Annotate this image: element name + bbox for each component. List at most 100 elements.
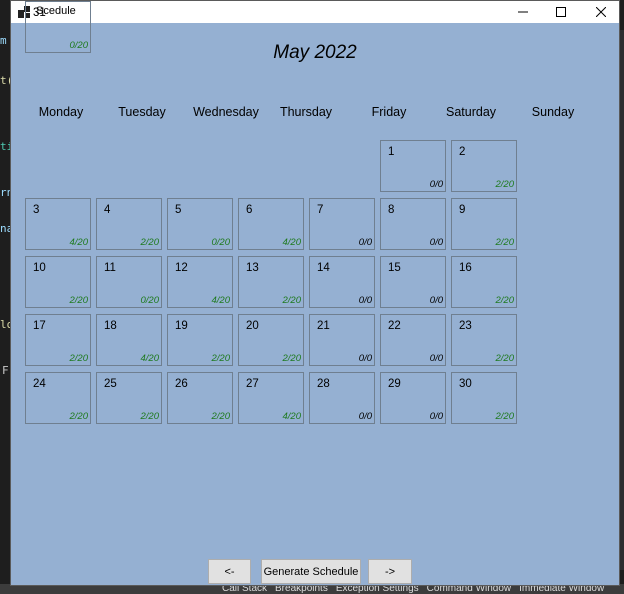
- day-number: 21: [317, 320, 330, 332]
- booking-count: 0/0: [429, 237, 443, 248]
- ide-code-fragment: m: [0, 34, 7, 47]
- day-cell[interactable]: 28 0/0: [309, 372, 375, 424]
- day-cell[interactable]: 16 2/20: [451, 256, 517, 308]
- day-number: 17: [33, 320, 46, 332]
- booking-count: 2/20: [282, 295, 302, 306]
- booking-count: 2/20: [495, 237, 515, 248]
- day-number: 4: [104, 204, 111, 216]
- day-cell[interactable]: 22 0/0: [380, 314, 446, 366]
- day-cell[interactable]: 27 4/20: [238, 372, 304, 424]
- day-cell[interactable]: 13 2/20: [238, 256, 304, 308]
- day-cell[interactable]: 3 4/20: [25, 198, 91, 250]
- booking-count: 0/20: [140, 295, 160, 306]
- day-number: 14: [317, 262, 330, 274]
- day-cell[interactable]: 25 2/20: [96, 372, 162, 424]
- booking-count: 2/20: [140, 411, 160, 422]
- day-cell[interactable]: 5 0/20: [167, 198, 233, 250]
- day-number: 1: [388, 146, 395, 158]
- title-bar[interactable]: Scedule: [11, 1, 619, 23]
- booking-count: 0/0: [429, 179, 443, 190]
- day-number: 28: [317, 378, 330, 390]
- next-month-button[interactable]: ->: [368, 559, 412, 584]
- day-cell[interactable]: 30 2/20: [451, 372, 517, 424]
- day-number: 6: [246, 204, 253, 216]
- day-cell[interactable]: 7 0/0: [309, 198, 375, 250]
- previous-month-button[interactable]: <-: [208, 559, 251, 584]
- day-number: 15: [388, 262, 401, 274]
- booking-count: 0/0: [429, 295, 443, 306]
- day-number: 18: [104, 320, 117, 332]
- day-number: 12: [175, 262, 188, 274]
- day-cell[interactable]: 4 2/20: [96, 198, 162, 250]
- minimize-icon[interactable]: [503, 1, 543, 23]
- booking-count: 2/20: [69, 353, 89, 364]
- day-number: 7: [317, 204, 324, 216]
- day-number: 22: [388, 320, 401, 332]
- day-number: 10: [33, 262, 46, 274]
- day-cell[interactable]: 12 4/20: [167, 256, 233, 308]
- day-cell[interactable]: 17 2/20: [25, 314, 91, 366]
- booking-count: 2/20: [69, 411, 89, 422]
- booking-count: 4/20: [211, 295, 231, 306]
- close-icon[interactable]: [581, 1, 621, 23]
- day-cell[interactable]: 8 0/0: [380, 198, 446, 250]
- day-cell[interactable]: 20 2/20: [238, 314, 304, 366]
- booking-count: 2/20: [69, 295, 89, 306]
- booking-count: 0/0: [429, 353, 443, 364]
- day-number: 29: [388, 378, 401, 390]
- day-cell[interactable]: 19 2/20: [167, 314, 233, 366]
- booking-count: 4/20: [282, 411, 302, 422]
- scedule-window: Scedule May 2022 Monday Tuesday Wednesday T…: [10, 0, 620, 586]
- month-title: May 2022: [273, 42, 357, 63]
- booking-count: 2/20: [211, 353, 231, 364]
- day-cell[interactable]: 14 0/0: [309, 256, 375, 308]
- day-cell[interactable]: 29 0/0: [380, 372, 446, 424]
- day-cell[interactable]: 9 2/20: [451, 198, 517, 250]
- weekday-label: Tuesday: [118, 105, 166, 119]
- day-cell[interactable]: 26 2/20: [167, 372, 233, 424]
- day-cell[interactable]: 2 2/20: [451, 140, 517, 192]
- weekday-label: Wednesday: [193, 105, 259, 119]
- maximize-icon[interactable]: [541, 1, 581, 23]
- day-number: 30: [459, 378, 472, 390]
- booking-count: 2/20: [495, 179, 515, 190]
- day-number: 26: [175, 378, 188, 390]
- day-cell[interactable]: 15 0/0: [380, 256, 446, 308]
- day-cell[interactable]: 6 4/20: [238, 198, 304, 250]
- day-cell[interactable]: 21 0/0: [309, 314, 375, 366]
- booking-count: 0/0: [358, 237, 372, 248]
- ide-right-panel: [620, 30, 624, 570]
- day-number: 24: [33, 378, 46, 390]
- weekday-label: Sunday: [531, 105, 575, 119]
- weekday-label: Monday: [38, 105, 84, 119]
- generate-schedule-button[interactable]: Generate Schedule: [261, 559, 361, 584]
- day-cell[interactable]: 24 2/20: [25, 372, 91, 424]
- ide-code-fragment: F: [2, 364, 9, 377]
- day-cell[interactable]: 31 0/20: [25, 1, 91, 53]
- day-cell[interactable]: 1 0/0: [380, 140, 446, 192]
- day-number: 19: [175, 320, 188, 332]
- day-number: 23: [459, 320, 472, 332]
- day-number: 31: [33, 7, 46, 19]
- day-number: 20: [246, 320, 259, 332]
- day-number: 16: [459, 262, 472, 274]
- booking-count: 2/20: [495, 353, 515, 364]
- day-number: 11: [104, 262, 116, 274]
- booking-count: 0/0: [358, 295, 372, 306]
- booking-count: 4/20: [69, 237, 89, 248]
- booking-count: 4/20: [282, 237, 302, 248]
- day-number: 5: [175, 204, 182, 216]
- weekday-label: Saturday: [445, 105, 497, 119]
- day-cell[interactable]: 18 4/20: [96, 314, 162, 366]
- booking-count: 0/0: [358, 411, 372, 422]
- booking-count: 2/20: [495, 411, 515, 422]
- booking-count: 2/20: [140, 237, 160, 248]
- booking-count: 2/20: [282, 353, 302, 364]
- weekday-label: Thursday: [279, 105, 333, 119]
- booking-count: 2/20: [495, 295, 515, 306]
- day-cell[interactable]: 23 2/20: [451, 314, 517, 366]
- booking-count: 4/20: [140, 353, 160, 364]
- day-cell[interactable]: 11 0/20: [96, 256, 162, 308]
- booking-count: 2/20: [211, 411, 231, 422]
- day-cell[interactable]: 10 2/20: [25, 256, 91, 308]
